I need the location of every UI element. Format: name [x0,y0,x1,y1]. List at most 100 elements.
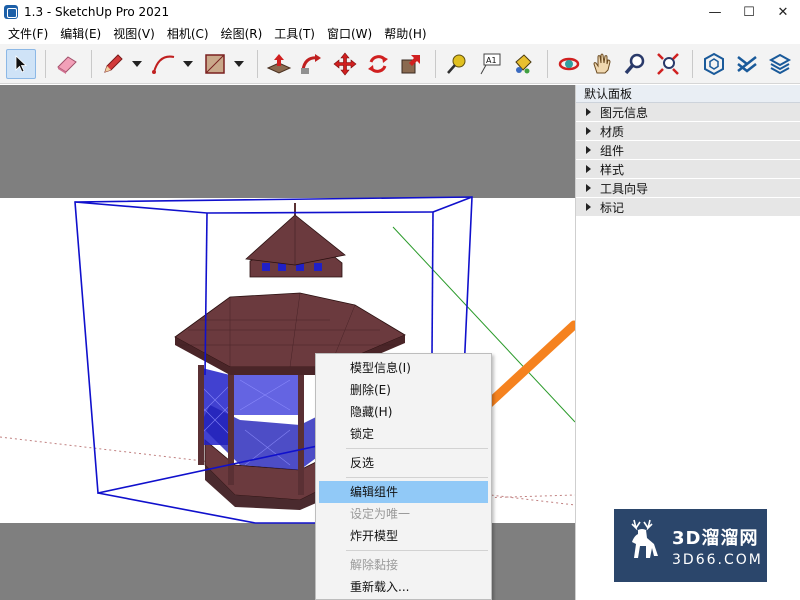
3d-warehouse-icon [704,52,724,75]
menu-file[interactable]: 文件(F) [2,24,54,44]
menu-view[interactable]: 视图(V) [107,24,161,44]
context-menu: 模型信息(I) 删除(E) 隐藏(H) 锁定 反选 编辑组件 设定为唯一 炸开模… [315,353,492,600]
window-controls: — ☐ ✕ [698,0,800,24]
orbit-tool-button[interactable] [554,49,584,79]
ctx-edit-component[interactable]: 编辑组件 [319,481,488,503]
zoom-extents-tool-button[interactable] [653,49,683,79]
follow-me-tool-button[interactable] [297,49,327,79]
follow-me-icon [301,53,321,74]
eraser-tool-button[interactable] [52,49,82,79]
layers-stack-icon [768,53,792,74]
push-pull-icon [266,53,292,74]
toolbar-separator [257,49,258,78]
magnifier-icon [624,53,645,74]
layout-button[interactable] [765,49,795,79]
select-tool-button[interactable] [6,48,36,79]
ctx-unglue: 解除黏接 [350,558,399,572]
rectangle-icon [205,53,225,74]
watermark-text: 3D溜溜网 3D66.COM [672,524,763,568]
pencil-icon [104,53,123,73]
ctx-lock[interactable]: 锁定 [316,423,491,445]
move-icon [333,52,357,75]
select-arrow-icon [15,54,28,73]
watermark-english: 3D66.COM [672,551,763,568]
tray-panel-entity-info[interactable]: 图元信息 [576,103,800,122]
title-bar: 1.3 - SketchUp Pro 2021 — ☐ ✕ [0,0,800,24]
ctx-make-unique: 设定为唯一 [350,507,411,521]
menu-separator [346,550,488,551]
expand-arrow-icon [586,165,591,173]
arc-tool-button[interactable] [149,49,179,79]
eraser-icon [57,55,77,74]
ctx-reload[interactable]: 重新载入... [316,576,491,598]
menu-bar: 文件(F) 编辑(E) 视图(V) 相机(C) 绘图(R) 工具(T) 窗口(W… [0,24,800,44]
line-tool-dropdown[interactable] [131,49,143,79]
maximize-button[interactable]: ☐ [732,0,766,24]
toolbar-separator [45,49,46,78]
tray-panel-materials[interactable]: 材质 [576,122,800,141]
toolbar-separator [435,49,436,78]
line-tool-button[interactable] [98,49,128,79]
window-title: 1.3 - SketchUp Pro 2021 [24,5,170,19]
menu-draw[interactable]: 绘图(R) [215,24,269,44]
tray-panel-components[interactable]: 组件 [576,141,800,160]
tray-panel-label: 图元信息 [600,105,649,120]
menu-edit[interactable]: 编辑(E) [54,24,107,44]
arc-tool-dropdown[interactable] [182,49,194,79]
toolbar-separator [91,49,92,78]
menu-tools[interactable]: 工具(T) [268,24,321,44]
rotate-tool-button[interactable] [363,49,393,79]
ctx-invert-selection[interactable]: 反选 [316,452,491,474]
scale-tool-button[interactable] [396,49,426,79]
expand-arrow-icon [586,127,591,135]
zoom-extents-icon [657,52,679,75]
tray-panel-label: 样式 [600,162,625,177]
svg-text:A1: A1 [486,56,497,65]
expand-arrow-icon [586,184,591,192]
tray-title: 默认面板 [576,85,800,103]
close-button[interactable]: ✕ [766,0,800,24]
push-pull-tool-button[interactable] [264,49,294,79]
arc-icon [152,55,175,74]
menu-window[interactable]: 窗口(W) [321,24,378,44]
extension-warehouse-icon [737,55,757,73]
zoom-tool-button[interactable] [620,49,650,79]
site-watermark: 3D溜溜网 3D66.COM [612,507,769,584]
expand-arrow-icon [586,108,591,116]
rotate-icon [368,54,388,73]
tray-panel-label: 组件 [600,143,625,158]
rectangle-tool-button[interactable] [200,49,230,79]
move-tool-button[interactable] [330,49,360,79]
orbit-icon [558,57,580,70]
rectangle-tool-dropdown[interactable] [233,49,245,79]
paint-bucket-tool-button[interactable] [508,49,538,79]
tape-measure-tool-button[interactable] [442,49,472,79]
tray-panel-label: 材质 [600,124,625,139]
tray-panel-label: 标记 [600,200,625,215]
main-toolbar: A1 [0,44,800,84]
watermark-chinese: 3D溜溜网 [672,527,759,549]
ctx-model-info[interactable]: 模型信息(I) [316,357,491,379]
tray-panel-instructor[interactable]: 工具向导 [576,179,800,198]
text-tool-button[interactable]: A1 [475,49,505,79]
pan-tool-button[interactable] [587,49,617,79]
menu-camera[interactable]: 相机(C) [161,24,215,44]
scale-icon [401,54,420,73]
menu-separator [346,448,488,449]
tray-panel-styles[interactable]: 样式 [576,160,800,179]
tape-measure-icon [447,54,466,74]
menu-separator [346,477,488,478]
sketchup-app-icon [4,5,18,19]
warehouse-button[interactable] [699,49,729,79]
menu-help[interactable]: 帮助(H) [378,24,432,44]
extension-warehouse-button[interactable] [732,49,762,79]
ctx-delete[interactable]: 删除(E) [316,379,491,401]
expand-arrow-icon [586,203,591,211]
ctx-hide[interactable]: 隐藏(H) [316,401,491,423]
minimize-button[interactable]: — [698,0,732,24]
tray-panel-tags[interactable]: 标记 [576,198,800,217]
toolbar-separator [547,49,548,78]
ctx-explode[interactable]: 炸开模型 [316,525,491,547]
deer-logo-icon [631,519,658,558]
tray-panel-label: 工具向导 [600,181,649,196]
